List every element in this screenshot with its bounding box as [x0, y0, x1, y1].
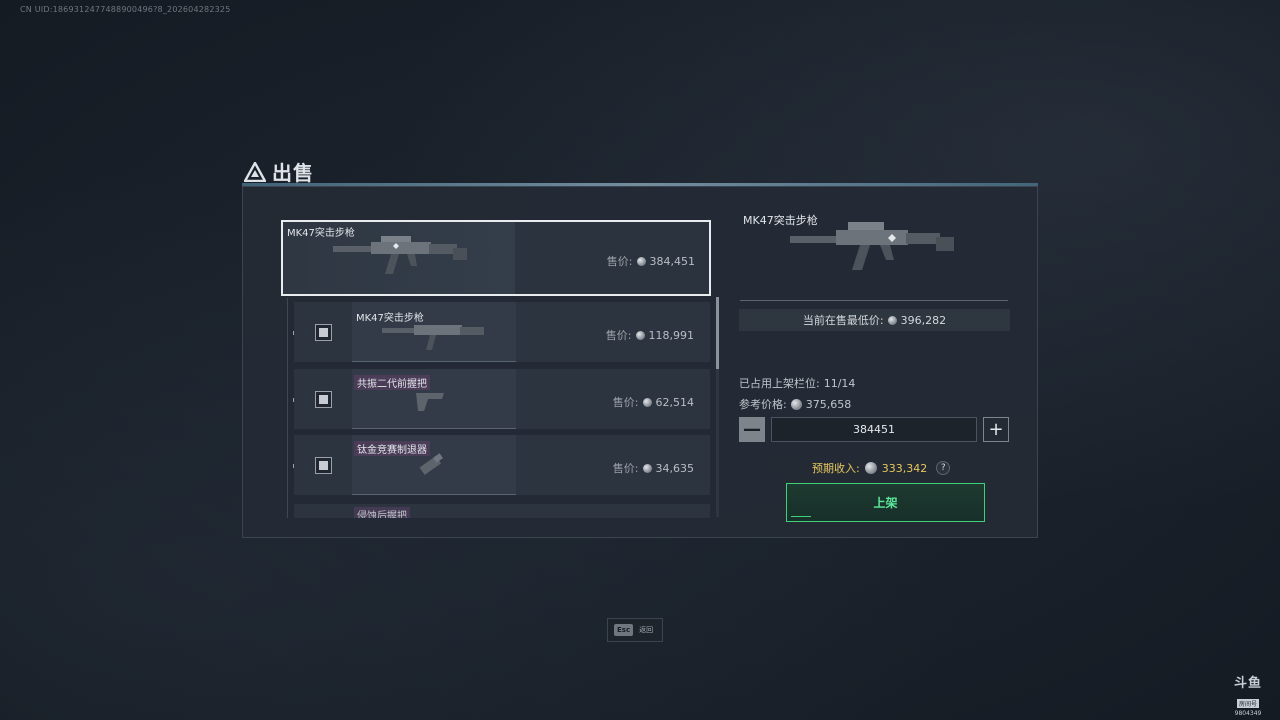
lowest-price-value: 396,282: [900, 313, 947, 327]
tree-connector: [287, 298, 288, 518]
watermark-room: 9804349: [1234, 710, 1262, 717]
price-label: 售价:: [612, 462, 639, 475]
price-value: 34,635: [655, 461, 695, 475]
stream-watermark: 斗鱼 房间号 9804349: [1228, 672, 1268, 717]
decrease-price-button[interactable]: —: [739, 417, 765, 442]
uid-text: CN UID:1869312477488900496?8_20260428232…: [20, 5, 231, 14]
income-label: 预期收入:: [812, 462, 860, 475]
item-name: 侵蚀后握把: [354, 507, 410, 518]
back-label: 返回: [639, 626, 654, 634]
select-checkbox[interactable]: [315, 457, 332, 474]
price-input[interactable]: [771, 417, 977, 442]
coin-icon: [790, 398, 802, 410]
ref-price-label: 参考价格:: [739, 398, 787, 411]
coin-icon: [864, 462, 877, 474]
coin-icon: [887, 315, 897, 325]
item-price: 售价: 34,635: [613, 460, 694, 476]
coin-icon: [642, 463, 652, 473]
price-label: 售价:: [606, 255, 633, 268]
coin-icon: [636, 256, 646, 266]
price-value: 62,514: [655, 395, 695, 409]
select-checkbox[interactable]: [315, 391, 332, 408]
price-label: 售价:: [605, 329, 632, 342]
item-price: 售价: 62,514: [613, 394, 694, 410]
slots-info: 已占用上架栏位: 11/14: [739, 375, 855, 391]
lowest-price-label: 当前在售最低价:: [802, 314, 884, 327]
watermark-sub: 房间号: [1236, 699, 1259, 708]
list-for-sale-button[interactable]: 上架: [786, 483, 985, 522]
page-header: 出售: [244, 157, 314, 186]
ref-price-value: 375,658: [805, 397, 852, 411]
item-name: MK47突击步枪: [287, 228, 355, 239]
price-value: 384,451: [649, 254, 696, 268]
delta-logo-icon: [244, 161, 266, 182]
detail-divider: [740, 300, 1008, 301]
item-name: 钛金竞赛制退器: [354, 441, 430, 456]
foregrip-image-icon: [416, 393, 444, 411]
esc-key-icon: Esc: [614, 624, 634, 636]
price-label: 售价:: [612, 396, 639, 409]
price-value: 118,991: [648, 328, 695, 342]
slots-value: 11/14: [823, 376, 856, 390]
reference-price: 参考价格: 375,658: [739, 396, 851, 412]
lowest-price-bar: 当前在售最低价: 396,282: [739, 309, 1010, 331]
selected-item-card[interactable]: MK47突击步枪 售价: 384,451: [281, 220, 711, 296]
coin-icon: [635, 330, 645, 340]
coin-icon: [642, 397, 652, 407]
item-price: 售价: 384,451: [607, 253, 695, 269]
rifle-image-icon: [382, 325, 484, 350]
income-value: 333,342: [881, 461, 928, 475]
item-name: MK47突击步枪: [356, 313, 424, 324]
help-icon[interactable]: ?: [936, 461, 951, 475]
watermark-brand: 斗鱼: [1233, 676, 1262, 691]
detail-rifle-image-icon: [790, 222, 954, 270]
scrollbar-thumb[interactable]: [716, 297, 719, 369]
slots-label: 已占用上架栏位:: [739, 377, 820, 390]
list-item[interactable]: MK47突击步枪 售价: 118,991: [294, 302, 710, 362]
increase-price-button[interactable]: +: [983, 417, 1009, 442]
select-checkbox[interactable]: [315, 324, 332, 341]
item-name: 共振二代前握把: [354, 375, 430, 390]
item-price: 售价: 118,991: [606, 327, 694, 343]
list-item[interactable]: 侵蚀后握把: [294, 504, 710, 518]
list-item[interactable]: 共振二代前握把 售价: 62,514: [294, 369, 710, 429]
rifle-image-icon: [333, 236, 467, 274]
expected-income: 预期收入: 333,342 ?: [812, 460, 951, 476]
page-title: 出售: [272, 161, 314, 185]
back-button[interactable]: Esc 返回: [607, 618, 663, 642]
list-item[interactable]: 钛金竞赛制退器 售价: 34,635: [294, 435, 710, 495]
